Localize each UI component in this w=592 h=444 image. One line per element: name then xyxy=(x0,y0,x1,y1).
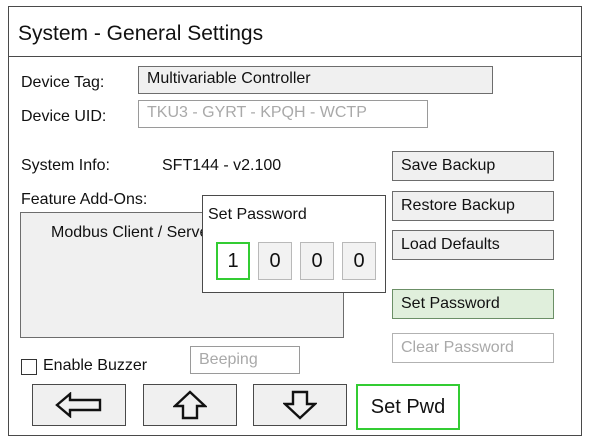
back-button[interactable] xyxy=(32,384,126,426)
device-tag-label: Device Tag: xyxy=(21,74,105,91)
password-digit-1[interactable]: 1 xyxy=(216,242,250,280)
list-item[interactable]: Modbus Client / Server xyxy=(51,224,214,242)
up-button[interactable] xyxy=(143,384,237,426)
set-password-dialog: Set Password 1 0 0 0 xyxy=(202,195,386,293)
title-divider xyxy=(9,56,581,57)
dialog-title: Set Password xyxy=(208,206,307,223)
page-title: System - General Settings xyxy=(18,22,264,45)
enable-buzzer-checkbox[interactable] xyxy=(21,359,37,375)
buzzer-mode-field: Beeping xyxy=(190,346,300,374)
device-uid-field: TKU3 - GYRT - KPQH - WCTP xyxy=(138,100,428,128)
enable-buzzer-label[interactable]: Enable Buzzer xyxy=(43,357,147,375)
save-backup-button[interactable]: Save Backup xyxy=(392,151,554,181)
system-info-value: SFT144 - v2.100 xyxy=(162,157,282,174)
password-digit-4[interactable]: 0 xyxy=(342,242,376,280)
arrow-up-icon xyxy=(173,390,207,420)
restore-backup-button[interactable]: Restore Backup xyxy=(392,191,554,221)
system-info-label: System Info: xyxy=(21,157,110,174)
password-digit-3[interactable]: 0 xyxy=(300,242,334,280)
password-digit-2[interactable]: 0 xyxy=(258,242,292,280)
load-defaults-button[interactable]: Load Defaults xyxy=(392,230,554,260)
device-tag-field[interactable]: Multivariable Controller xyxy=(138,66,493,94)
arrow-left-icon xyxy=(55,392,103,418)
down-button[interactable] xyxy=(253,384,347,426)
arrow-down-icon xyxy=(283,390,317,420)
set-pwd-button[interactable]: Set Pwd xyxy=(356,384,460,430)
set-password-button[interactable]: Set Password xyxy=(392,289,554,319)
feature-addons-label: Feature Add-Ons: xyxy=(21,191,148,208)
device-uid-label: Device UID: xyxy=(21,108,107,125)
clear-password-button: Clear Password xyxy=(392,333,554,363)
